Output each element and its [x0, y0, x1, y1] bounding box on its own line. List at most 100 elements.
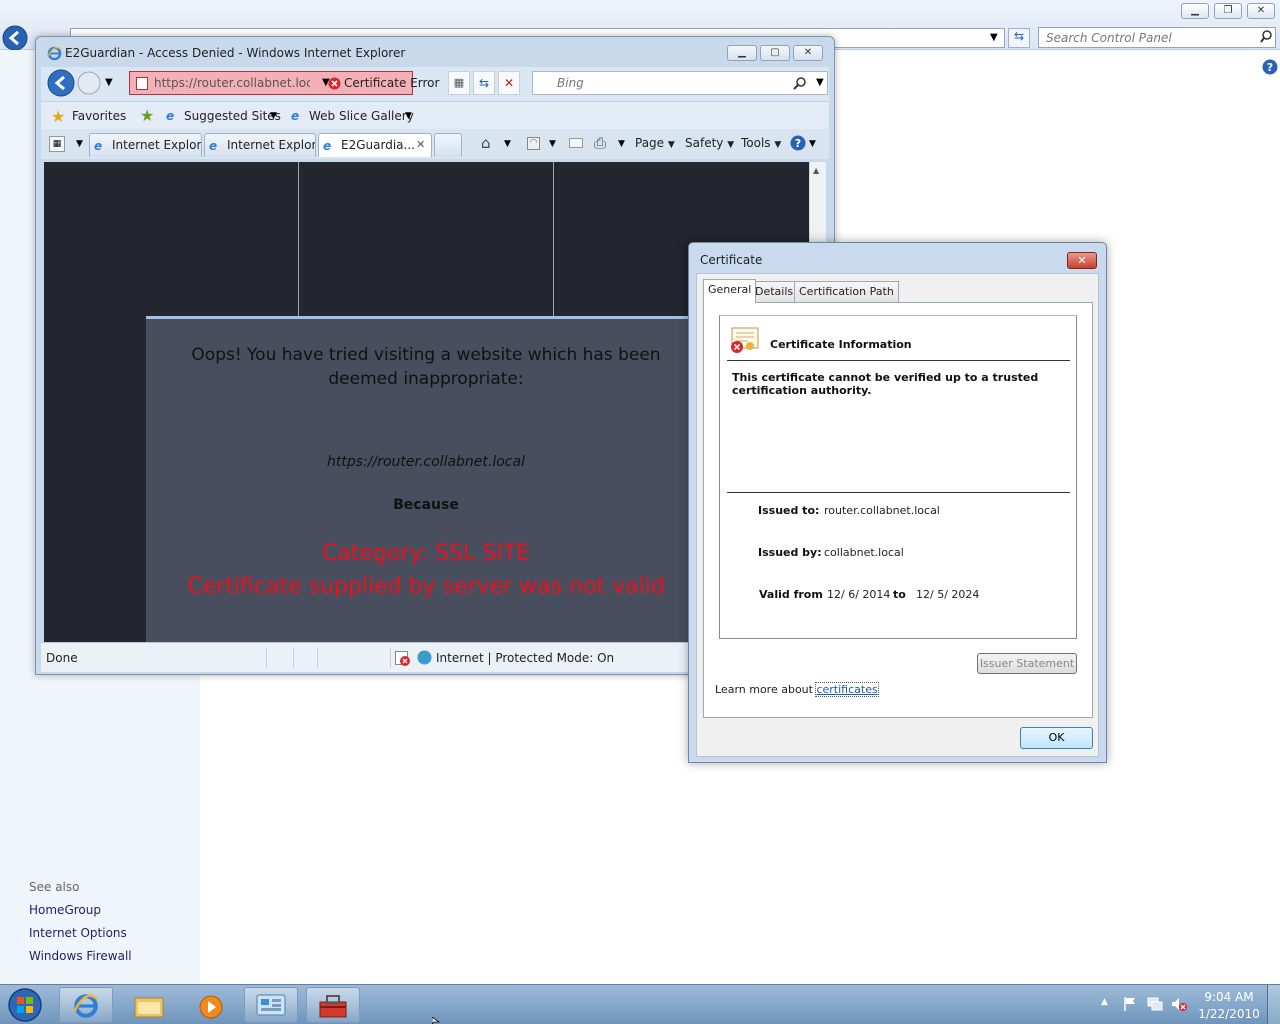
taskbar-toolbox-app[interactable]: [306, 987, 360, 1023]
safety-menu[interactable]: Safety ▼: [685, 136, 734, 150]
ie-page-icon: e: [94, 139, 103, 153]
control-panel-search-input[interactable]: Search Control Panel: [1038, 27, 1276, 48]
search-icon[interactable]: [1260, 30, 1272, 43]
ie-window-title: E2Guardian - Access Denied - Windows Int…: [65, 46, 406, 60]
issued-to-value: router.collabnet.local: [824, 504, 940, 517]
refresh-icon[interactable]: ⇆: [473, 71, 495, 95]
minimize-button[interactable]: ▁: [1181, 3, 1209, 19]
clock-date[interactable]: 1/22/2010: [1198, 1007, 1260, 1021]
issued-by-label: Issued by:: [758, 546, 822, 559]
clock-time[interactable]: 9:04 AM: [1198, 990, 1260, 1004]
action-center-flag-icon[interactable]: [1123, 996, 1137, 1012]
help-icon[interactable]: ?: [1262, 59, 1278, 75]
suggested-sites-link[interactable]: Suggested Sites: [184, 109, 281, 123]
quick-tabs-icon[interactable]: ▦: [49, 136, 65, 152]
close-button[interactable]: ✕: [1247, 3, 1275, 19]
help-dropdown-icon[interactable]: ▼: [809, 139, 816, 149]
security-zone-text[interactable]: Internet | Protected Mode: On: [436, 651, 614, 665]
page-icon: [136, 77, 148, 90]
suggested-sites-dropdown-icon[interactable]: ▼: [270, 111, 277, 121]
ie-maximize-button[interactable]: ▢: [760, 45, 790, 61]
ie-page-icon: e: [209, 139, 218, 153]
stop-icon[interactable]: ✕: [498, 71, 520, 95]
tab-internet-explorer-2[interactable]: e Internet Explor...: [204, 133, 316, 157]
volume-muted-icon[interactable]: [1171, 996, 1187, 1012]
ie-url-text[interactable]: https://router.collabnet.local/p: [154, 76, 310, 90]
mouse-cursor-icon: [432, 1017, 440, 1024]
feeds-dropdown-icon[interactable]: ▼: [549, 139, 556, 149]
back-icon[interactable]: [47, 69, 75, 97]
taskbar-media-player[interactable]: [183, 987, 237, 1023]
show-desktop-button[interactable]: [1267, 985, 1280, 1024]
denied-heading-line1: Oops! You have tried visiting a website …: [191, 345, 661, 365]
tab-e2guardian[interactable]: e E2Guardia... ✕: [318, 133, 432, 157]
ie-close-button[interactable]: ✕: [793, 45, 823, 61]
issuer-statement-button[interactable]: Issuer Statement: [977, 653, 1077, 674]
tools-menu-label: Tools: [741, 136, 771, 150]
taskbar-windows-explorer[interactable]: [121, 987, 175, 1023]
search-icon[interactable]: [793, 77, 806, 90]
favorites-button[interactable]: Favorites: [72, 109, 126, 123]
tab-details[interactable]: Details: [750, 281, 799, 302]
valid-to-value: 12/ 5/ 2024: [916, 588, 980, 601]
network-icon[interactable]: [1147, 997, 1163, 1012]
close-tab-icon[interactable]: ✕: [416, 138, 425, 151]
compatibility-view-icon[interactable]: ▦: [448, 71, 470, 95]
certificate-dialog: Certificate ✕ General Details Certificat…: [688, 242, 1107, 763]
start-button[interactable]: [6, 987, 44, 1023]
favorites-star-icon[interactable]: ★: [51, 107, 65, 126]
home-icon[interactable]: ⌂: [481, 134, 491, 152]
help-icon[interactable]: ?: [790, 135, 806, 151]
search-options-dropdown-icon[interactable]: ▼: [816, 77, 824, 88]
restore-button[interactable]: ❐: [1214, 3, 1242, 19]
print-dropdown-icon[interactable]: ▼: [618, 139, 625, 149]
see-also-link-homegroup[interactable]: HomeGroup: [29, 903, 101, 917]
ie-favorites-bar: ★ Favorites ★ e Suggested Sites ▼ e Web …: [41, 101, 829, 129]
taskbar-internet-explorer[interactable]: [59, 987, 113, 1023]
tab-certification-path[interactable]: Certification Path: [794, 281, 899, 302]
home-dropdown-icon[interactable]: ▼: [504, 139, 511, 149]
certificates-link[interactable]: certificates: [815, 682, 879, 697]
blocked-url: https://router.collabnet.local: [327, 454, 525, 470]
tab-internet-explorer-1[interactable]: e Internet Explor...: [89, 133, 202, 157]
show-hidden-icons-arrow-icon[interactable]: ▲: [1101, 997, 1108, 1007]
valid-from-label: Valid from: [759, 588, 823, 601]
web-slice-gallery-link[interactable]: Web Slice Gallery: [309, 109, 414, 123]
tab-list-dropdown-icon[interactable]: ▼: [76, 139, 83, 149]
certificate-dialog-body: General Details Certification Path Certi…: [696, 273, 1099, 757]
see-also-link-windows-firewall[interactable]: Windows Firewall: [29, 949, 132, 963]
dropdown-arrow-icon[interactable]: ▼: [990, 32, 998, 43]
page-menu[interactable]: Page ▼: [635, 136, 675, 150]
ie-tab-bar: ▦ ▼ e Internet Explor... e Internet Expl…: [41, 129, 829, 159]
ie-address-bar[interactable]: https://router.collabnet.local/p ▼ Certi…: [129, 71, 439, 95]
tab-label: Internet Explor...: [227, 138, 316, 152]
refresh-icon[interactable]: ⇆: [1008, 28, 1030, 48]
page-error-icon[interactable]: [395, 651, 410, 666]
ie-minimize-button[interactable]: ▁: [727, 45, 757, 61]
certificate-error-button[interactable]: Certificate Error: [344, 76, 439, 90]
new-tab-button[interactable]: [434, 133, 462, 157]
history-dropdown-icon[interactable]: ▼: [105, 77, 113, 88]
ok-button[interactable]: OK: [1020, 727, 1093, 749]
print-icon[interactable]: ⎙: [594, 134, 606, 152]
feeds-icon[interactable]: ◠: [527, 137, 540, 150]
tab-general[interactable]: General: [703, 279, 757, 303]
certificate-error-icon: [728, 327, 760, 355]
forward-icon[interactable]: [77, 71, 101, 95]
web-slice-dropdown-icon[interactable]: ▼: [405, 111, 412, 121]
ie-search-input[interactable]: Bing: [532, 71, 828, 95]
svg-text:?: ?: [795, 137, 801, 150]
back-icon[interactable]: [2, 25, 28, 51]
mail-icon[interactable]: [569, 138, 583, 148]
learn-more-text: Learn more about certificates: [715, 682, 879, 697]
access-denied-box: Oops! You have tried visiting a website …: [146, 316, 706, 642]
add-to-favorites-icon[interactable]: ★: [140, 106, 154, 125]
tools-menu[interactable]: Tools ▼: [741, 136, 781, 150]
see-also-link-internet-options[interactable]: Internet Options: [29, 926, 127, 940]
issued-by-value: collabnet.local: [824, 546, 904, 559]
taskbar-control-panel[interactable]: [244, 987, 298, 1023]
scroll-up-arrow-icon[interactable]: ▲: [813, 166, 819, 175]
certificate-warning-text: This certificate cannot be verified up t…: [732, 371, 1039, 397]
certificate-close-button[interactable]: ✕: [1067, 252, 1097, 269]
certificate-error-icon[interactable]: [328, 77, 341, 90]
